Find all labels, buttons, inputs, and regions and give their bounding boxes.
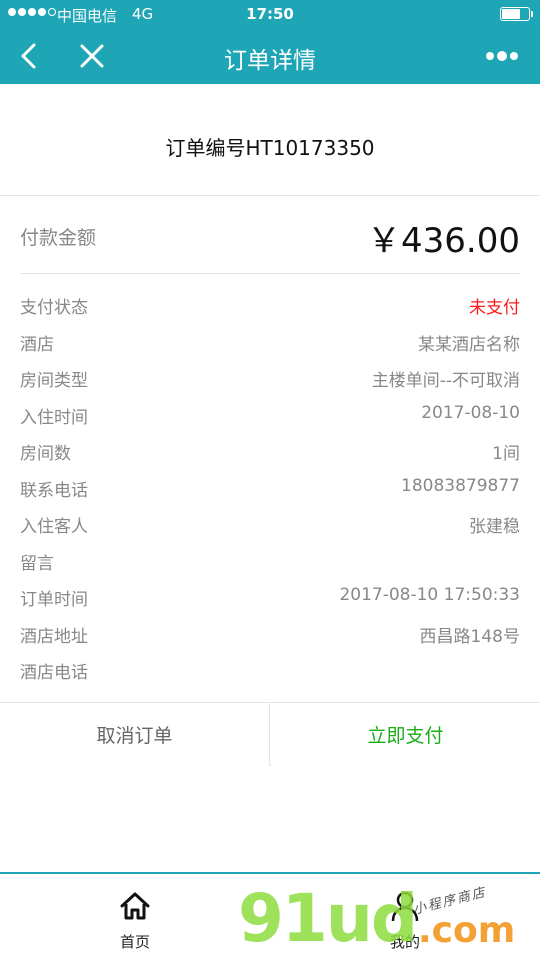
detail-row-phone: 联系电话 18083879877 [0,469,540,505]
detail-row-hotel-phone: 酒店电话 [0,651,540,687]
detail-label: 房间类型 [20,371,88,391]
close-button[interactable] [76,40,108,72]
detail-row-message: 留言 [0,542,540,578]
detail-label: 房间数 [20,444,71,464]
payment-amount-label: 付款金额 [20,227,97,249]
detail-row-guest: 入住客人 张建稳 [0,505,540,541]
cancel-order-button[interactable]: 取消订单 [0,703,270,766]
back-button[interactable] [14,40,46,72]
payment-status-value: 未支付 [469,298,520,318]
detail-row-hotel: 酒店 某某酒店名称 [0,323,540,359]
guest-name-value: 张建稳 [469,517,520,537]
pay-now-button[interactable]: 立即支付 [271,703,540,766]
detail-row-order-time: 订单时间 2017-08-10 17:50:33 [0,578,540,614]
user-icon [391,891,419,922]
detail-row-checkin-date: 入住时间 2017-08-10 [0,396,540,432]
tab-mine[interactable]: 我的 [345,874,465,960]
nav-bar: 订单详情 [0,28,540,84]
chevron-left-icon [21,43,36,69]
tab-home[interactable]: 首页 [75,874,195,960]
order-time-value: 2017-08-10 17:50:33 [339,585,520,605]
status-bar: 中国电信 4G 17:50 [0,0,540,28]
detail-label: 联系电话 [20,481,88,501]
detail-label: 入住时间 [20,408,88,428]
payment-amount-row: 付款金额 ￥436.00 [0,197,540,274]
tab-home-label: 首页 [119,933,150,951]
detail-row-hotel-address: 酒店地址 西昌路148号 [0,615,540,651]
detail-label: 酒店 [20,335,54,355]
order-actions: 取消订单 立即支付 [0,702,540,766]
payment-amount-value: ￥436.00 [367,221,520,261]
room-type-value: 主楼单间--不可取消 [371,371,520,391]
order-number: 订单编号HT10173350 [165,136,375,160]
detail-row-room-type: 房间类型 主楼单间--不可取消 [0,359,540,395]
detail-row-room-count: 房间数 1间 [0,432,540,468]
tab-mine-label: 我的 [389,933,420,951]
more-dots-icon [486,51,518,61]
more-button[interactable] [482,40,522,72]
detail-row-payment-status: 支付状态 未支付 [0,286,540,322]
contact-phone-value: 18083879877 [401,476,520,496]
bottom-tab-bar: 首页 我的 [0,872,540,960]
hotel-address-value: 西昌路148号 [419,627,520,647]
detail-label: 入住客人 [20,517,88,537]
detail-label: 酒店电话 [20,663,88,683]
detail-label: 订单时间 [20,590,88,610]
battery-icon [500,7,533,21]
checkin-date-value: 2017-08-10 [421,403,520,423]
divider [20,273,520,274]
room-count-value: 1间 [492,444,520,464]
detail-label: 留言 [20,554,54,574]
close-icon [80,44,104,68]
status-time: 17:50 [246,5,294,23]
detail-label: 支付状态 [20,298,88,318]
home-icon [120,892,150,920]
detail-label: 酒店地址 [20,627,88,647]
order-number-section: 订单编号HT10173350 [0,84,540,196]
hotel-name-value: 某某酒店名称 [418,335,520,355]
